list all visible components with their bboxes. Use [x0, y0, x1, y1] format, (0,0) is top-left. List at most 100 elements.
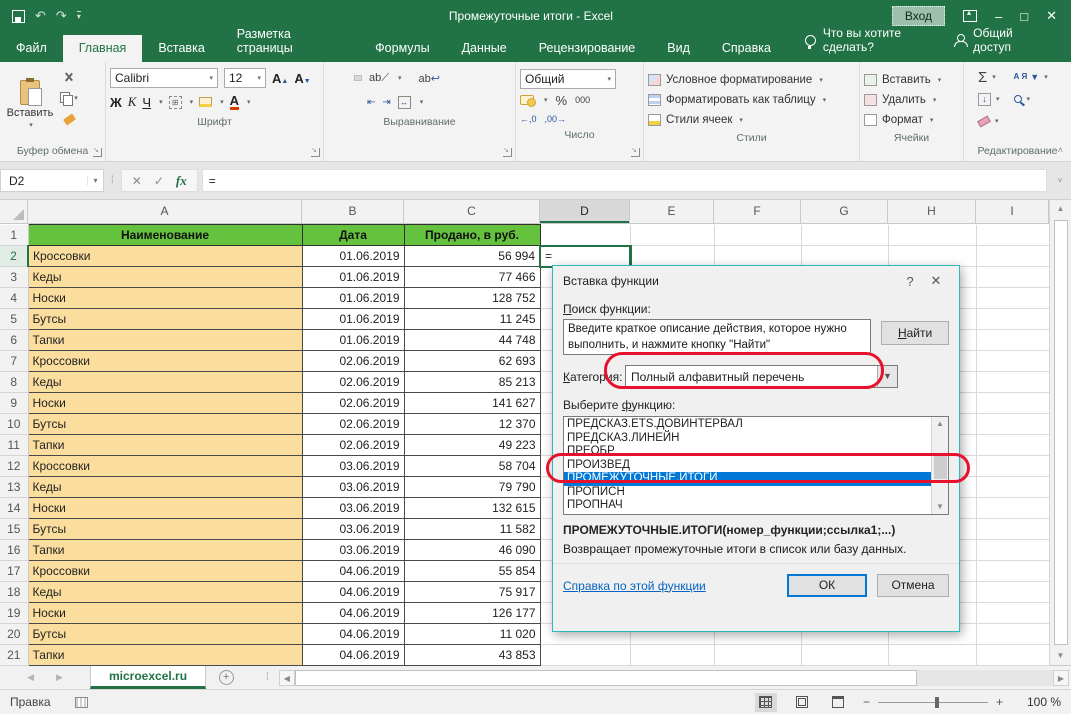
save-icon[interactable] — [12, 10, 25, 23]
cell-B9[interactable]: 02.06.2019 — [302, 393, 404, 414]
column-header-C[interactable]: C — [404, 200, 540, 223]
cell-B18[interactable]: 04.06.2019 — [302, 582, 404, 603]
cell-A13[interactable]: Кеды — [28, 477, 302, 498]
next-sheet-icon[interactable]: ▶ — [56, 672, 63, 683]
vertical-scrollbar[interactable]: ▲ ▼ — [1049, 200, 1071, 665]
clear-button[interactable]: ▾ — [978, 112, 1000, 130]
cell-B2[interactable]: 01.06.2019 — [302, 246, 404, 267]
column-header-H[interactable]: H — [888, 200, 976, 223]
cell-H21[interactable] — [888, 645, 976, 666]
zoom-out-button[interactable]: − — [863, 695, 870, 709]
row-header-5[interactable]: 5 — [0, 309, 28, 330]
row-header-9[interactable]: 9 — [0, 393, 28, 414]
cell-styles-button[interactable]: Стили ячеек▾ — [648, 110, 855, 130]
increase-decimal-button[interactable]: ←,0 — [520, 114, 537, 124]
cell-B5[interactable]: 01.06.2019 — [302, 309, 404, 330]
cell-C17[interactable]: 55 854 — [404, 561, 540, 582]
cell-C8[interactable]: 85 213 — [404, 372, 540, 393]
cell-A14[interactable]: Носки — [28, 498, 302, 519]
orientation-button[interactable]: ab⟋ — [369, 72, 389, 85]
tab-scrollbar-splitter[interactable]: ⁞ — [258, 666, 277, 689]
customize-qat-icon[interactable]: ▾ — [77, 11, 81, 21]
cell-A18[interactable]: Кеды — [28, 582, 302, 603]
fill-button[interactable]: ↓▾ — [978, 90, 1000, 108]
find-button[interactable]: Найти — [881, 321, 949, 345]
cell-A5[interactable]: Бутсы — [28, 309, 302, 330]
cell-I8[interactable] — [976, 372, 1049, 393]
row-header-13[interactable]: 13 — [0, 477, 28, 498]
page-break-view-button[interactable] — [827, 693, 849, 712]
font-name-dropdown-icon[interactable]: ▾ — [209, 74, 213, 82]
column-header-D[interactable]: D — [540, 200, 630, 223]
close-button[interactable]: ✕ — [1046, 8, 1057, 24]
underline-button[interactable]: Ч — [142, 95, 151, 110]
font-color-dropdown-icon[interactable]: ▾ — [247, 98, 251, 106]
column-header-F[interactable]: F — [714, 200, 801, 223]
cut-button[interactable] — [60, 69, 78, 85]
shrink-font-button[interactable]: А▼ — [294, 71, 310, 86]
list-scroll-thumb[interactable] — [934, 453, 947, 479]
cell-A17[interactable]: Кроссовки — [28, 561, 302, 582]
format-painter-button[interactable] — [60, 111, 78, 127]
cell-C12[interactable]: 58 704 — [404, 456, 540, 477]
horizontal-scroll-thumb[interactable] — [295, 670, 917, 686]
merge-dropdown-icon[interactable]: ▾ — [420, 98, 424, 106]
tab-Главная[interactable]: Главная — [63, 35, 143, 62]
cell-B10[interactable]: 02.06.2019 — [302, 414, 404, 435]
cell-B11[interactable]: 02.06.2019 — [302, 435, 404, 456]
number-dialog-launcher-icon[interactable]: ↘ — [631, 148, 640, 157]
borders-dropdown-icon[interactable]: ▾ — [190, 98, 194, 106]
format-cells-button[interactable]: Формат▾ — [864, 110, 959, 130]
cell-C6[interactable]: 44 748 — [404, 330, 540, 351]
row-header-8[interactable]: 8 — [0, 372, 28, 393]
column-header-G[interactable]: G — [801, 200, 888, 223]
ribbon-display-options-icon[interactable] — [963, 10, 977, 22]
tab-Файл[interactable]: Файл — [0, 35, 63, 62]
align-middle-button[interactable] — [341, 76, 347, 80]
cell-B15[interactable]: 03.06.2019 — [302, 519, 404, 540]
font-dialog-launcher-icon[interactable]: ↘ — [311, 148, 320, 157]
cell-B1[interactable]: Дата — [302, 225, 404, 246]
function-listbox[interactable]: ПРЕДСКАЗ.ETS.ДОВИНТЕРВАЛПРЕДСКАЗ.ЛИНЕЙНП… — [563, 416, 949, 515]
cell-G2[interactable] — [801, 246, 888, 267]
row-header-19[interactable]: 19 — [0, 603, 28, 624]
bold-button[interactable]: Ж — [110, 95, 122, 110]
tab-Справка[interactable]: Справка — [706, 35, 787, 62]
cell-C4[interactable]: 128 752 — [404, 288, 540, 309]
row-header-21[interactable]: 21 — [0, 645, 28, 666]
normal-view-button[interactable] — [755, 693, 777, 712]
insert-function-icon[interactable]: fx — [176, 173, 187, 189]
cell-I9[interactable] — [976, 393, 1049, 414]
cell-I18[interactable] — [976, 582, 1049, 603]
cell-I2[interactable] — [976, 246, 1049, 267]
zoom-slider[interactable] — [878, 702, 988, 703]
row-header-12[interactable]: 12 — [0, 456, 28, 477]
conditional-formatting-button[interactable]: Условное форматирование▾ — [648, 70, 855, 90]
row-header-16[interactable]: 16 — [0, 540, 28, 561]
cell-D1[interactable] — [540, 225, 630, 246]
cell-H2[interactable] — [888, 246, 976, 267]
macro-record-icon[interactable] — [75, 697, 88, 708]
cell-C2[interactable]: 56 994 — [404, 246, 540, 267]
fill-color-icon[interactable] — [199, 97, 212, 107]
cell-B3[interactable]: 01.06.2019 — [302, 267, 404, 288]
cell-B12[interactable]: 03.06.2019 — [302, 456, 404, 477]
align-left-button[interactable] — [328, 100, 334, 104]
cell-C5[interactable]: 11 245 — [404, 309, 540, 330]
cell-C7[interactable]: 62 693 — [404, 351, 540, 372]
number-format-combo[interactable]: Общий▾ — [520, 69, 616, 89]
sheet-tab-active[interactable]: microexcel.ru — [90, 666, 206, 689]
orientation-dropdown-icon[interactable]: ▾ — [398, 74, 402, 82]
number-format-dropdown-icon[interactable]: ▾ — [607, 75, 611, 83]
cell-D2-selected[interactable]: = — [540, 246, 630, 267]
cell-B19[interactable]: 04.06.2019 — [302, 603, 404, 624]
row-header-14[interactable]: 14 — [0, 498, 28, 519]
cell-I1[interactable] — [976, 225, 1049, 246]
cell-B16[interactable]: 03.06.2019 — [302, 540, 404, 561]
search-function-input[interactable]: Введите краткое описание действия, котор… — [563, 319, 871, 355]
cell-B7[interactable]: 02.06.2019 — [302, 351, 404, 372]
cell-A21[interactable]: Тапки — [28, 645, 302, 666]
cell-A9[interactable]: Носки — [28, 393, 302, 414]
tab-Рецензирование[interactable]: Рецензирование — [523, 35, 652, 62]
cell-I3[interactable] — [976, 267, 1049, 288]
